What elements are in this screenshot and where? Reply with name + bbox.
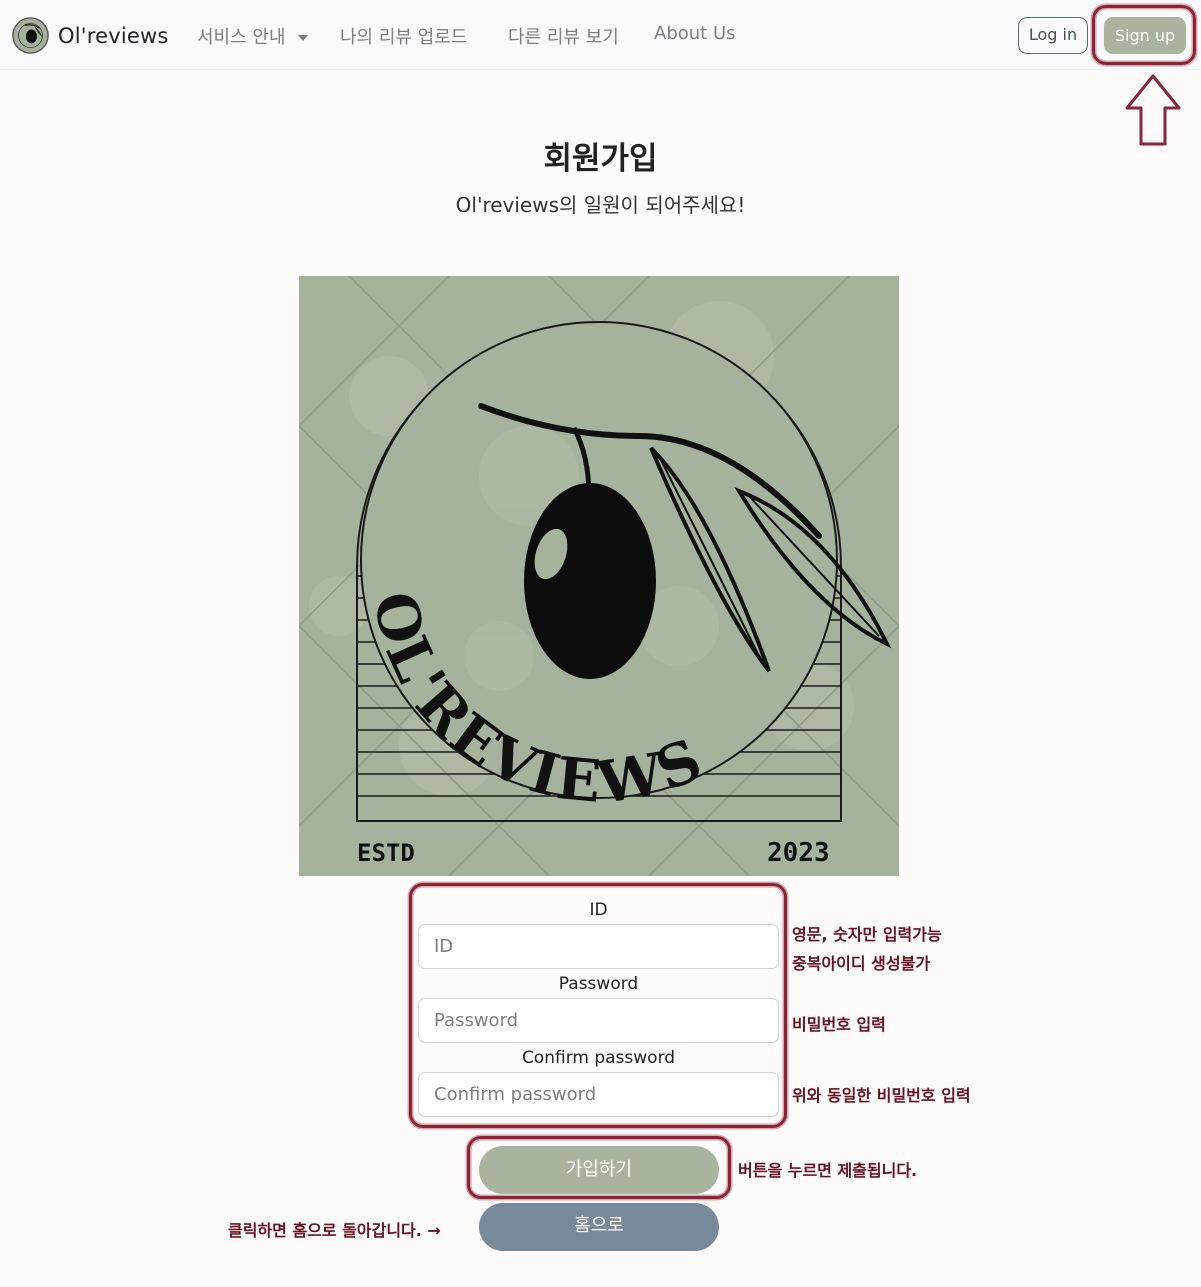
submit-button[interactable]: 가입하기 bbox=[479, 1146, 719, 1194]
brand-name: Ol'reviews bbox=[58, 23, 169, 48]
signup-highlight bbox=[1092, 5, 1196, 65]
confirm-password-label: Confirm password bbox=[521, 1048, 676, 1068]
login-button[interactable]: Log in bbox=[1018, 17, 1088, 54]
id-label: ID bbox=[589, 900, 608, 920]
nav-service-dropdown[interactable]: 서비스 안내 bbox=[197, 23, 308, 49]
id-rule-note-2: 중복아이디 생성불가 bbox=[792, 954, 931, 973]
home-note: 클릭하면 홈으로 돌아갑니다. → bbox=[228, 1221, 441, 1240]
home-button[interactable]: 홈으로 bbox=[479, 1203, 719, 1251]
nav-browse-reviews[interactable]: 다른 리뷰 보기 bbox=[508, 23, 619, 49]
nav-upload-review[interactable]: 나의 리뷰 업로드 bbox=[340, 23, 467, 49]
password-label: Password bbox=[558, 974, 639, 994]
confirm-password-note: 위와 동일한 비밀번호 입력 bbox=[792, 1086, 971, 1105]
password-note: 비밀번호 입력 bbox=[792, 1015, 886, 1034]
logo-estd: ESTD bbox=[357, 839, 415, 867]
submit-note: 버튼을 누르면 제출됩니다. bbox=[738, 1161, 918, 1180]
chevron-down-icon bbox=[297, 35, 308, 41]
password-input[interactable] bbox=[418, 998, 779, 1043]
top-navbar: Ol'reviews 서비스 안내 나의 리뷰 업로드 다른 리뷰 보기 Abo… bbox=[0, 0, 1201, 70]
confirm-password-input[interactable] bbox=[418, 1072, 779, 1117]
page-title: 회원가입 bbox=[543, 141, 658, 177]
brand[interactable]: Ol'reviews bbox=[12, 17, 169, 54]
id-rule-note-1: 영문, 숫자만 입력가능 bbox=[792, 925, 942, 944]
nav-service-label: 서비스 안내 bbox=[197, 27, 286, 48]
olreviews-logo-image: OL'REVIEWS ESTD 2023 bbox=[299, 276, 899, 876]
nav-about-us[interactable]: About Us bbox=[654, 23, 736, 44]
page-subtitle: Ol'reviews의 일원이 되어주세요! bbox=[455, 193, 746, 217]
logo-year: 2023 bbox=[767, 838, 830, 868]
id-input[interactable] bbox=[418, 924, 779, 969]
olive-logo-icon bbox=[12, 17, 49, 54]
